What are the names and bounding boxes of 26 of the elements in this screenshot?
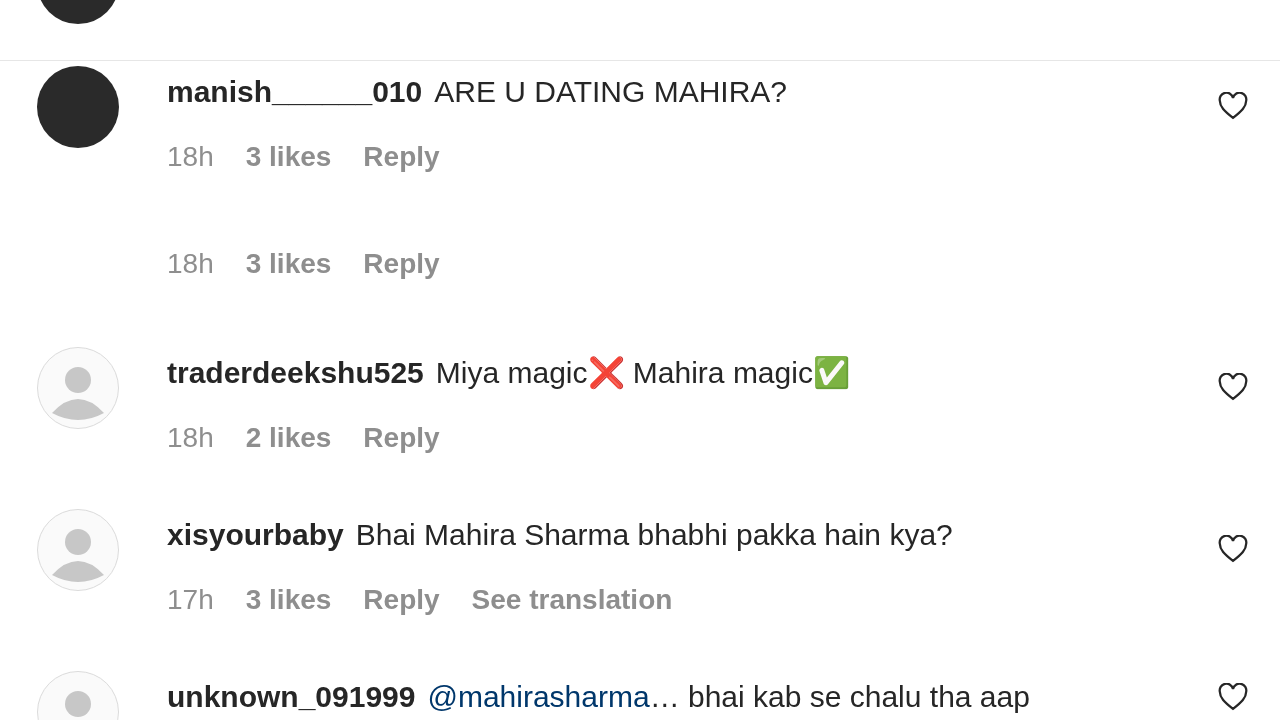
likes-count[interactable]: 3 likes (245, 136, 332, 178)
comment-username[interactable]: xisyourbaby (167, 511, 344, 557)
heart-icon[interactable] (1218, 92, 1248, 120)
comment-text: Bhai Mahira Sharma bhabhi pakka hain kya? (355, 516, 953, 553)
see-translation-link[interactable]: See translation (471, 579, 673, 621)
reply-link[interactable]: Reply (363, 579, 440, 621)
comment-time: 17h (167, 583, 214, 617)
likes-count[interactable]: 3 likes (245, 243, 332, 285)
comment-text: ARE U DATING MAHIRA? (434, 73, 788, 110)
mention-link[interactable]: @mahirasharma (427, 673, 650, 719)
likes-count[interactable]: 2 likes (245, 417, 332, 459)
comment-time: 18h (167, 421, 214, 455)
heart-icon[interactable] (1218, 535, 1248, 563)
heart-icon[interactable] (1218, 683, 1248, 711)
reply-link[interactable]: Reply (363, 136, 440, 178)
comment-time: 18h (167, 247, 214, 281)
reply-link[interactable]: Reply (363, 243, 440, 285)
comment-username[interactable]: unknown_091999 (167, 673, 416, 719)
comment-username[interactable]: traderdeekshu525 (167, 349, 424, 395)
likes-count[interactable]: 3 likes (245, 579, 332, 621)
comment-username[interactable]: manish______010 (167, 68, 423, 114)
comment-time: 18h (167, 140, 214, 174)
reply-link[interactable]: Reply (363, 417, 440, 459)
comment-text: … bhai kab se chalu tha aap (649, 678, 1030, 715)
heart-icon[interactable] (1218, 373, 1248, 401)
comment-text: Miya magic❌ Mahira magic✅ (435, 354, 850, 391)
